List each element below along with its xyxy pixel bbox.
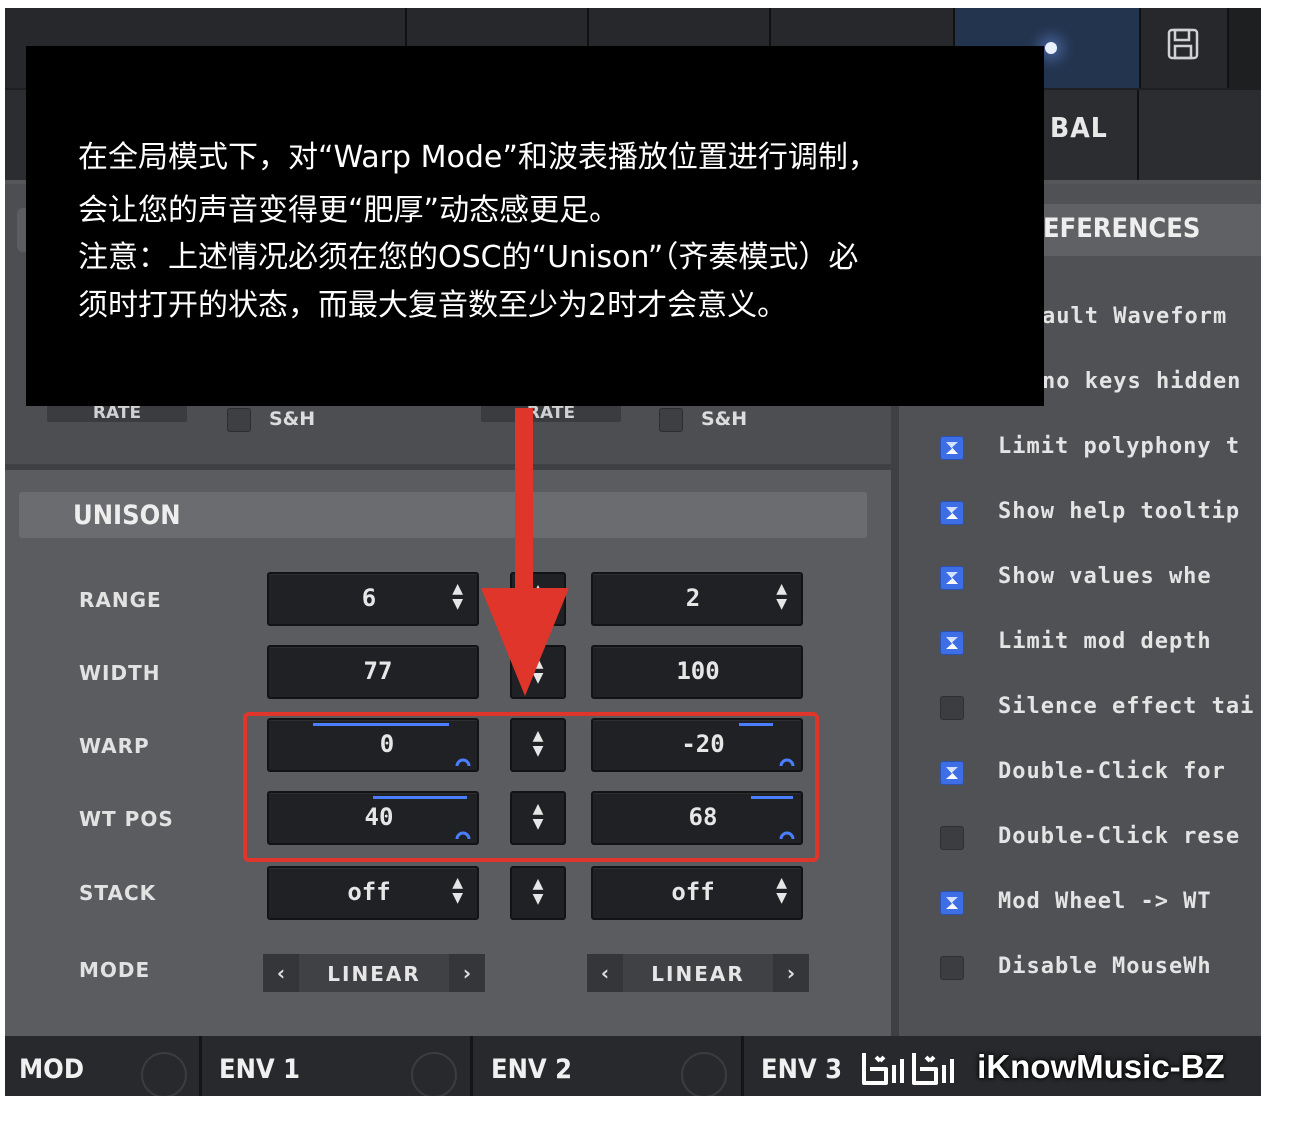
red-arrow-icon <box>481 408 569 696</box>
watermark-text: iKnowMusic-BZ <box>977 1048 1225 1085</box>
width-right-field[interactable]: 100 <box>591 645 803 699</box>
pref-silence-effect-tails[interactable]: Silence effect tai <box>940 694 1261 724</box>
watermark: iKnowMusic-BZ <box>860 1048 1225 1096</box>
up-down-arrows-icon[interactable]: ▲▼ <box>452 582 463 612</box>
save-icon[interactable] <box>1165 26 1201 62</box>
pref-double-click-for[interactable]: Double-Click for <box>940 759 1261 789</box>
preferences-title: EFERENCES <box>1043 213 1201 244</box>
annotation-line-1: 在全局模式下，对“Warp Mode”和波表播放位置进行调制， <box>78 140 878 175</box>
up-down-arrows-icon[interactable]: ▲▼ <box>776 582 787 612</box>
warp-label: WARP <box>79 734 150 758</box>
pref-double-click-reset[interactable]: Double-Click rese <box>940 824 1261 854</box>
tab-mod-label: MOD <box>19 1054 84 1085</box>
top-subbar-right <box>1139 90 1261 180</box>
up-down-arrows-icon[interactable]: ▲▼ <box>512 877 564 907</box>
highlight-box <box>243 712 819 862</box>
up-down-arrows-icon[interactable]: ▲▼ <box>776 876 787 906</box>
pref-mod-wheel-wt[interactable]: Mod Wheel -> WT <box>940 889 1261 919</box>
chevron-left-icon[interactable]: ‹ <box>263 954 299 992</box>
sh-label-left: S&H <box>269 408 316 430</box>
knob-icon[interactable] <box>141 1052 187 1096</box>
status-led-icon <box>1045 42 1057 54</box>
annotation-line-3: 注意：上述情况必须在您的OSC的“Unison”（齐奏模式）必 <box>78 240 859 275</box>
stack-right-field[interactable]: off ▲ ▼ <box>591 866 803 920</box>
checkbox-icon[interactable] <box>940 696 964 720</box>
range-left-field[interactable]: 6 ▲ ▼ <box>267 572 479 626</box>
bilibili-logo <box>862 1053 954 1086</box>
width-left-field[interactable]: 77 <box>267 645 479 699</box>
pref-limit-mod-depth[interactable]: Limit mod depth <box>940 629 1261 659</box>
tab-env3-label: ENV 3 <box>761 1054 843 1085</box>
checkbox-icon[interactable] <box>940 891 964 915</box>
range-label: RANGE <box>79 588 162 612</box>
sh-checkbox-left[interactable] <box>227 408 251 432</box>
mode-right-selector[interactable]: ‹ LINEAR › <box>587 954 809 992</box>
pref-show-values[interactable]: Show values whe <box>940 564 1261 594</box>
pref-limit-polyphony[interactable]: Limit polyphony t <box>940 434 1261 464</box>
tab-env2-label: ENV 2 <box>491 1054 573 1085</box>
annotation-line-4: 须时打开的状态，而最大复音数至少为2时才会意义。 <box>78 288 788 323</box>
mode-left-selector[interactable]: ‹ LINEAR › <box>263 954 485 992</box>
pref-disable-mousewheel[interactable]: Disable MouseWh <box>940 954 1261 984</box>
checkbox-icon[interactable] <box>940 631 964 655</box>
tab-env1-label: ENV 1 <box>219 1054 301 1085</box>
checkbox-icon[interactable] <box>940 761 964 785</box>
stack-left-field[interactable]: off ▲ ▼ <box>267 866 479 920</box>
checkbox-icon[interactable] <box>940 501 964 525</box>
stack-mid-stepper[interactable]: ▲ ▼ <box>510 866 566 920</box>
knob-icon[interactable] <box>681 1052 727 1096</box>
checkbox-icon[interactable] <box>940 956 964 980</box>
chevron-right-icon[interactable]: › <box>773 954 809 992</box>
global-tab-label[interactable]: BAL <box>1050 111 1108 144</box>
chevron-right-icon[interactable]: › <box>449 954 485 992</box>
wt-pos-label: WT POS <box>79 807 174 831</box>
mode-label: MODE <box>79 958 151 982</box>
checkbox-icon[interactable] <box>940 826 964 850</box>
checkbox-icon[interactable] <box>940 566 964 590</box>
knob-icon[interactable] <box>411 1052 457 1096</box>
stack-label: STACK <box>79 881 157 905</box>
annotation-line-2: 会让您的声音变得更“肥厚”动态感更足。 <box>78 193 620 228</box>
unison-title: UNISON <box>73 500 181 531</box>
pref-show-help-tooltips[interactable]: Show help tooltip <box>940 499 1261 529</box>
range-right-field[interactable]: 2 ▲ ▼ <box>591 572 803 626</box>
width-label: WIDTH <box>79 661 161 685</box>
checkbox-icon[interactable] <box>940 436 964 460</box>
chevron-left-icon[interactable]: ‹ <box>587 954 623 992</box>
up-down-arrows-icon[interactable]: ▲▼ <box>452 876 463 906</box>
sh-checkbox-right[interactable] <box>659 408 683 432</box>
sh-label-right: S&H <box>701 408 748 430</box>
